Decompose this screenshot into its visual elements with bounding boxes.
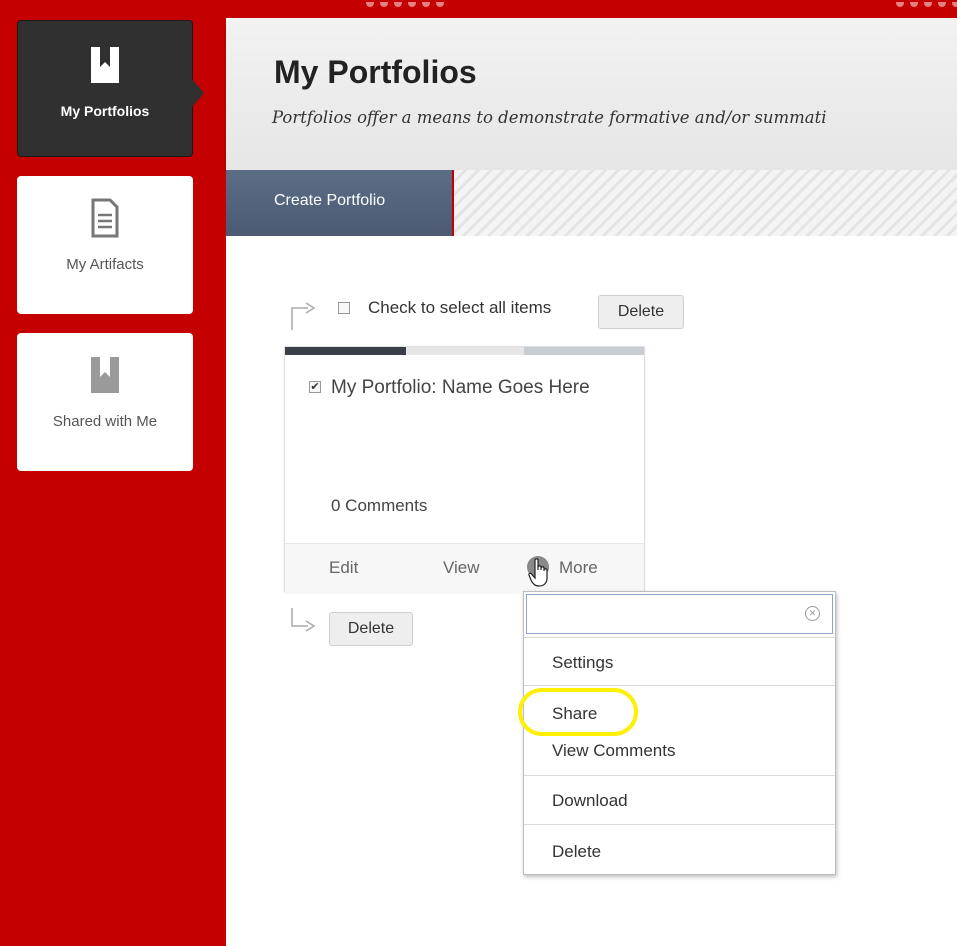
sidebar-item-label: My Artifacts [66,256,144,273]
card-color-bar [285,347,406,355]
active-pointer [192,79,204,107]
document-icon [91,198,119,238]
top-strip [226,0,957,18]
portfolio-title: My Portfolio: Name Goes Here [331,377,590,398]
corner-arrow-icon [291,302,316,330]
menu-item-delete[interactable]: Delete [552,842,601,862]
action-bar: Create Portfolio [226,170,957,236]
sidebar-item-my-portfolios[interactable]: My Portfolios [17,20,204,157]
view-link[interactable]: View [443,558,480,578]
sidebar-item-shared-with-me[interactable]: Shared with Me [17,333,193,471]
clear-icon[interactable]: ✕ [805,606,820,621]
select-all-label: Check to select all items [368,298,552,317]
page-subtitle: Portfolios offer a means to demonstrate … [272,108,827,127]
menu-filter-input[interactable]: ✕ [526,594,833,634]
share-highlight [518,688,638,736]
sidebar-item-label: Shared with Me [52,413,158,430]
delete-button-bottom[interactable]: Delete [329,612,413,646]
select-all-checkbox[interactable] [338,302,350,314]
menu-group: Settings [524,637,835,686]
page-title: My Portfolios [274,54,477,90]
delete-button[interactable]: Delete [598,295,684,329]
card-footer: Edit View ⌄ More [285,543,644,593]
shared-book-icon [91,357,119,393]
menu-item-download[interactable]: Download [552,791,628,811]
strip-decoration [366,2,444,8]
hand-cursor-icon [528,558,548,587]
portfolio-book-icon [91,47,119,83]
card-color-bar [406,347,524,355]
create-portfolio-button[interactable]: Create Portfolio [226,170,454,236]
card-color-bar [524,347,644,355]
page-header: My Portfolios Portfolios offer a means t… [226,18,957,170]
portfolio-checkbox[interactable]: ✔ [309,381,321,393]
edit-link[interactable]: Edit [329,558,358,578]
menu-group: Download [524,775,835,825]
menu-item-settings[interactable]: Settings [552,653,613,673]
corner-arrow-icon [291,608,316,632]
menu-item-view-comments[interactable]: View Comments [552,741,675,761]
menu-group: Delete [524,824,835,875]
portfolio-card: ✔ My Portfolio: Name Goes Here 0 Comment… [284,346,645,593]
sidebar: My Portfolios My Artifacts Shared with M… [0,0,226,946]
more-link[interactable]: More [559,558,598,578]
sidebar-item-my-artifacts[interactable]: My Artifacts [17,176,193,314]
sidebar-item-label: My Portfolios [60,103,150,119]
strip-decoration [896,2,957,8]
comment-count[interactable]: 0 Comments [331,496,427,516]
